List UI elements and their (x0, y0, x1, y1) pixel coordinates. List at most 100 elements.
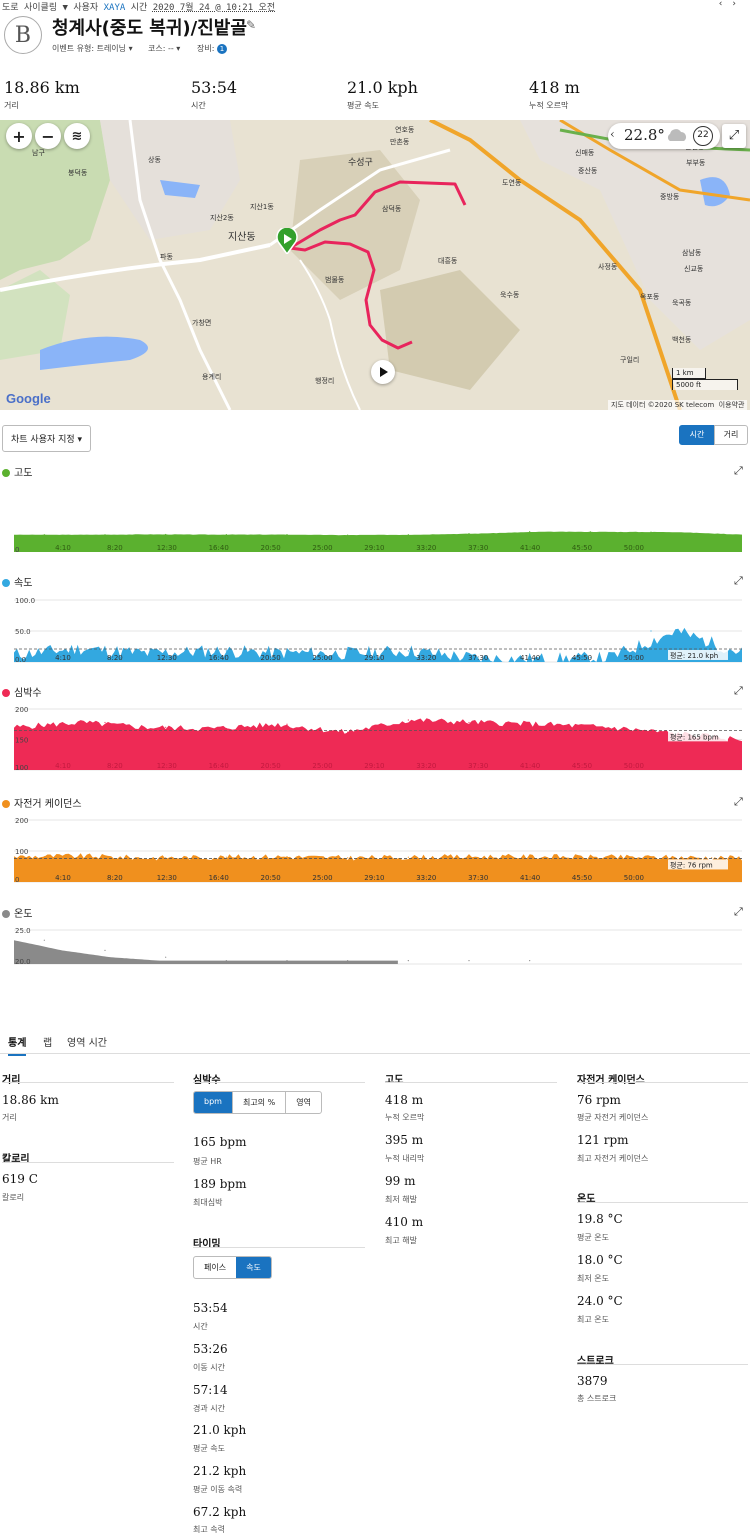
x-tick-label: 29:10 (364, 762, 384, 770)
chart-customize-dropdown[interactable]: 차트 사용자 지정 ▾ (2, 425, 92, 452)
terms-link[interactable]: 이용약관 (719, 401, 745, 409)
data-point (104, 949, 106, 951)
x-tick-label: 41:40 (520, 874, 540, 882)
avatar[interactable]: B (4, 16, 42, 54)
expand-chart-icon[interactable]: ⤢ (734, 905, 743, 919)
tab-stats[interactable]: 통계 (8, 1034, 27, 1056)
x-tick-label: 12:30 (157, 654, 177, 662)
x-tick-label: 4:10 (55, 544, 71, 552)
stat-distance-label: 거리 (2, 1113, 17, 1122)
google-logo: Google (6, 391, 51, 406)
divider (577, 1082, 748, 1083)
y-tick-label: 0 (15, 546, 19, 554)
fullscreen-icon[interactable]: ⤢ (722, 124, 746, 148)
place-label: 지산2동 (210, 214, 234, 222)
expand-chart-icon[interactable]: ⤢ (734, 574, 743, 588)
data-point (286, 652, 288, 654)
x-tick-label: 33:20 (416, 762, 436, 770)
stat-max-elev-label: 최고 해발 (385, 1236, 417, 1245)
route-map[interactable]: 남구 봉덕동 상동 지산1동 지산2동 지산동 파동 범물동 삼덕동 대흥동 욱… (0, 120, 750, 410)
data-point (286, 855, 288, 858)
stats-tabbar (0, 1032, 750, 1054)
heartrate-chart[interactable]: 200 150 100 4:10 8:20 12:30 16:40 20:50 25:00 29:… (0, 700, 750, 776)
course-dropdown[interactable]: 코스: -- ▾ (148, 43, 180, 54)
gear-count-badge[interactable]: 1 (216, 44, 227, 54)
prev-activity-icon[interactable]: ‹ (719, 0, 733, 9)
x-tick-label: 45:50 (572, 654, 592, 662)
data-point (650, 531, 652, 533)
hr-percent-max-button[interactable]: 최고의 % (231, 1092, 285, 1113)
hr-bpm-button[interactable]: bpm (194, 1092, 232, 1113)
event-type-dropdown[interactable]: 이벤트 유형: 트레이닝 ▾ (52, 43, 133, 54)
x-tick-label: 16:40 (209, 544, 229, 552)
expand-chart-icon[interactable]: ⤢ (734, 464, 743, 478)
distance-heading: 거리 (2, 1075, 21, 1086)
divider (193, 1247, 365, 1248)
x-tick-label: 8:20 (107, 762, 123, 770)
distance-axis-button[interactable]: 거리 (714, 425, 748, 445)
place-label: 봉덕동 (68, 169, 88, 177)
x-tick-label: 29:10 (364, 544, 384, 552)
stat-time-value: 53:54 (193, 1301, 228, 1315)
weather-prev-icon[interactable]: ‹ (610, 127, 615, 141)
divider (2, 1082, 174, 1083)
data-point (407, 719, 409, 721)
layers-icon[interactable]: ≋ (64, 123, 90, 149)
edit-title-icon[interactable]: ✎ (246, 18, 256, 32)
stat-min-temp-value: 18.0 °C (577, 1253, 623, 1267)
x-tick-label: 33:20 (416, 874, 436, 882)
stat-max-elev-value: 410 m (385, 1215, 424, 1229)
place-label: 파동 (160, 253, 173, 261)
scale-ft: 5000 ft (672, 379, 738, 390)
activity-title[interactable]: 청계사(중도 복귀)/진밭골 (52, 14, 247, 40)
pace-button[interactable]: 페이스 (194, 1257, 236, 1278)
play-route-button[interactable] (371, 360, 395, 384)
stat-avg-hr-label: 평균 HR (193, 1157, 222, 1166)
place-label: 지산동 (228, 232, 256, 243)
y-tick-label: 20.0 (15, 958, 31, 966)
stat-max-hr-label: 최대심박 (193, 1198, 223, 1207)
stat-avg-speed-label: 평균 속도 (193, 1444, 225, 1453)
data-point (468, 721, 470, 724)
y-tick-label: 25.0 (15, 927, 31, 935)
place-label: 백천동 (672, 336, 692, 344)
place-label: 가창면 (192, 319, 212, 327)
hr-zone-button[interactable]: 영역 (285, 1092, 321, 1113)
zoom-out-button[interactable]: − (35, 123, 61, 149)
data-point (347, 731, 349, 733)
start-marker-icon[interactable] (276, 226, 298, 256)
place-label: 구일리 (620, 356, 640, 364)
x-tick-label: 12:30 (157, 544, 177, 552)
x-tick-label: 20:50 (261, 544, 281, 552)
gear-field[interactable]: 장비: 1 (197, 43, 227, 54)
sport-type[interactable]: 도로 사이클링 (2, 3, 57, 13)
data-point (165, 956, 167, 958)
y-tick-label: 0.0 (15, 656, 26, 664)
data-point (650, 732, 652, 734)
cadence-chart-title: 자전거 케이던스 (2, 795, 82, 810)
tab-zones[interactable]: 영역 시간 (67, 1034, 107, 1049)
expand-chart-icon[interactable]: ⤢ (734, 795, 743, 809)
place-label: 삼남동 (682, 249, 702, 257)
place-label: 남구 (32, 149, 45, 157)
stat-moving-time-label: 이동 시간 (193, 1363, 225, 1372)
cadence-chart[interactable]: 200 100 0 4:10 8:20 12:30 16:40 20:50 25:00 29:10… (0, 812, 750, 887)
elevation-chart[interactable]: 0 4:10 8:20 12:30 16:40 20:50 25:00 29:10 33:20 3… (0, 480, 750, 555)
speed-chart[interactable]: 100.0 50.0 0.0 4:10 8:20 12:30 16:40 20:50 25:00… (0, 592, 750, 667)
data-point (529, 531, 531, 533)
weather-widget[interactable]: ‹ 22.8° 22 (608, 123, 720, 149)
stat-ascent-value: 418 m (385, 1093, 424, 1107)
time-axis-button[interactable]: 시간 (679, 425, 715, 445)
activity-nav: ‹› (719, 0, 746, 9)
tab-laps[interactable]: 랩 (43, 1034, 52, 1049)
user-link[interactable]: XAYA (104, 3, 126, 13)
temperature-chart[interactable]: 25.0 20.0 (0, 922, 750, 970)
speed-button[interactable]: 속도 (236, 1257, 271, 1278)
expand-chart-icon[interactable]: ⤢ (734, 684, 743, 698)
sport-dropdown-icon[interactable]: ▼ (63, 3, 68, 13)
stat-max-speed-label: 최고 속력 (193, 1525, 225, 1534)
zoom-in-button[interactable]: + (6, 123, 32, 149)
cloud-icon (665, 128, 689, 146)
time-prefix: 시간 (130, 3, 148, 13)
next-activity-icon[interactable]: › (732, 0, 746, 9)
